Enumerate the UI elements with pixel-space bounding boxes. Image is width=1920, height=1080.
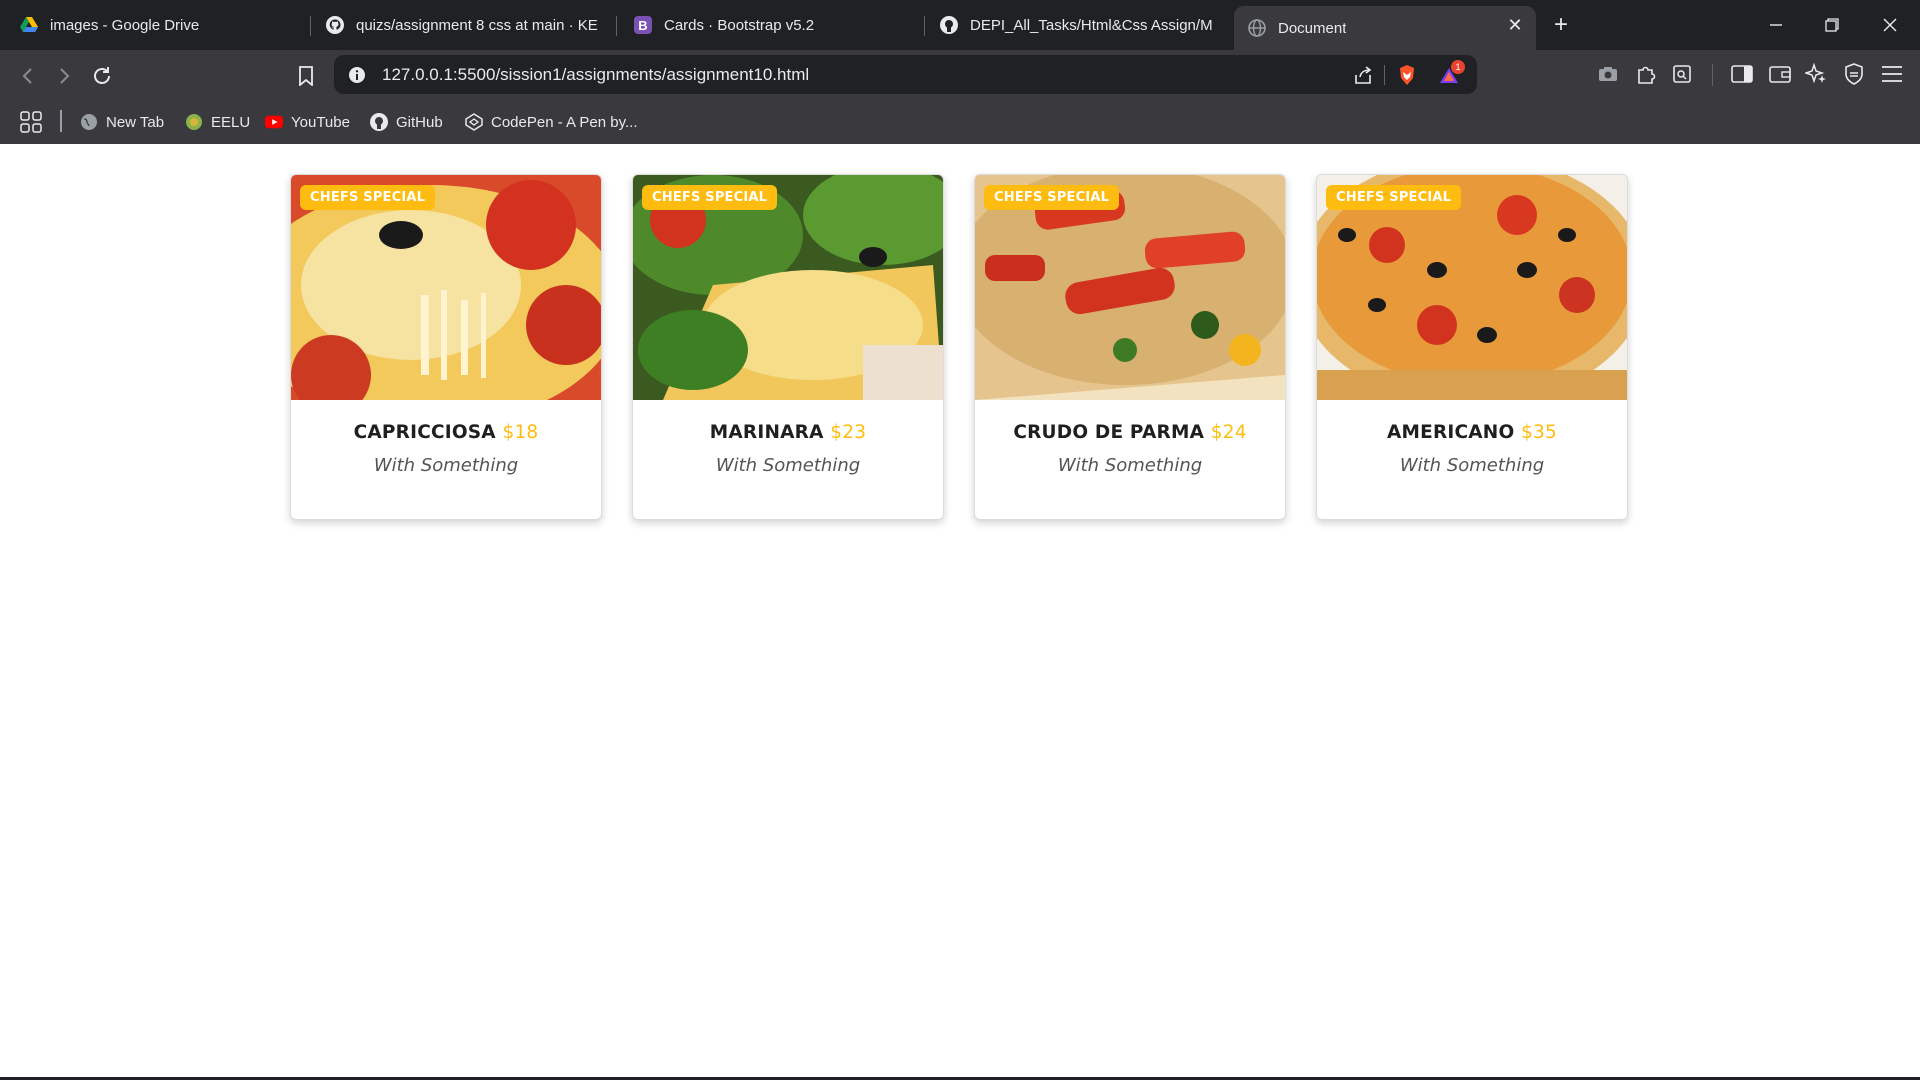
notification-count: 1 <box>1451 60 1465 74</box>
restore-window-icon[interactable] <box>1818 12 1846 38</box>
pizza-name: AMERICANO <box>1387 422 1515 443</box>
tab-title: images - Google Drive <box>50 16 200 34</box>
google-drive-icon <box>20 16 38 34</box>
chefs-special-badge: CHEFS SPECIAL <box>642 185 778 210</box>
card-subtitle: With Something <box>1057 455 1203 476</box>
address-url[interactable]: 127.0.0.1:5500/sission1/assignments/assi… <box>382 65 809 85</box>
svg-text:B: B <box>638 18 647 33</box>
codepen-icon <box>465 113 483 131</box>
minimize-window-icon[interactable] <box>1762 12 1790 38</box>
product-card-americano[interactable]: CHEFS SPECIAL AMERICANO $35 With Somethi… <box>1316 174 1628 520</box>
address-bar[interactable]: 127.0.0.1:5500/sission1/assignments/assi… <box>334 55 1477 94</box>
cards-row: CHEFS SPECIAL CAPRICCIOSA $18 With Somet… <box>290 174 1630 520</box>
product-card-crudo-de-parma[interactable]: CHEFS SPECIAL CRUDO DE PARMA $24 With So… <box>974 174 1286 520</box>
github-icon <box>370 113 388 131</box>
tab-separator <box>616 16 617 36</box>
youtube-icon <box>265 113 283 131</box>
forward-button[interactable] <box>50 62 78 90</box>
product-card-marinara[interactable]: CHEFS SPECIAL MARINARA $23 With Somethin… <box>632 174 944 520</box>
bootstrap-icon: B <box>634 16 652 34</box>
close-window-icon[interactable] <box>1876 12 1904 38</box>
screenshot-camera-icon[interactable] <box>1596 62 1620 86</box>
card-title: CRUDO DE PARMA $24 <box>975 422 1285 443</box>
pizza-name: CAPRICCIOSA <box>353 422 496 443</box>
tab-google-drive[interactable]: images - Google Drive <box>6 6 306 44</box>
product-card-capricciosa[interactable]: CHEFS SPECIAL CAPRICCIOSA $18 With Somet… <box>290 174 602 520</box>
bookmark-github[interactable]: GitHub <box>370 108 443 136</box>
page-viewport: CHEFS SPECIAL CAPRICCIOSA $18 With Somet… <box>0 144 1920 1078</box>
omnibox-divider <box>1384 65 1385 85</box>
bookmark-label: New Tab <box>106 113 165 131</box>
bookmarks-divider <box>60 110 62 132</box>
vpn-shield-icon[interactable] <box>1842 62 1866 86</box>
new-tab-button[interactable]: + <box>1548 13 1574 39</box>
tab-github-quizs[interactable]: quizs/assignment 8 css at main · KER <box>312 6 612 44</box>
bookmark-youtube[interactable]: YouTube <box>265 108 350 136</box>
brave-shields-icon[interactable] <box>1396 64 1418 86</box>
chefs-special-badge: CHEFS SPECIAL <box>984 185 1120 210</box>
chefs-special-badge: CHEFS SPECIAL <box>1326 185 1462 210</box>
bookmarks-bar: New Tab EELU YouTube GitHub CodePen - A … <box>0 100 1920 144</box>
reload-button[interactable] <box>88 62 116 90</box>
brave-rewards-icon[interactable]: 1 <box>1438 60 1465 86</box>
pizza-price: $23 <box>830 422 867 443</box>
apps-grid-icon[interactable] <box>20 108 42 136</box>
bookmark-label: YouTube <box>291 113 350 131</box>
bookmark-label: GitHub <box>396 113 443 131</box>
tab-separator <box>924 16 925 36</box>
pizza-name: MARINARA <box>709 422 824 443</box>
tab-title: Cards · Bootstrap v5.2 <box>664 16 815 34</box>
pizza-price: $24 <box>1210 422 1247 443</box>
globe-icon <box>80 113 98 131</box>
share-icon[interactable] <box>1352 64 1374 86</box>
toolbar-divider <box>1712 64 1713 86</box>
github-icon <box>326 16 344 34</box>
eelu-icon <box>185 113 203 131</box>
card-title: CAPRICCIOSA $18 <box>291 422 601 443</box>
site-info-icon[interactable] <box>346 64 368 86</box>
pizza-price: $18 <box>502 422 539 443</box>
globe-icon <box>1248 19 1266 37</box>
bookmark-page-icon[interactable] <box>292 62 320 90</box>
leo-ai-sparkle-icon[interactable] <box>1804 62 1828 86</box>
card-title: AMERICANO $35 <box>1317 422 1627 443</box>
card-subtitle: With Something <box>1399 455 1545 476</box>
tab-bootstrap-cards[interactable]: B Cards · Bootstrap v5.2 <box>620 6 920 44</box>
tab-strip: images - Google Drive quizs/assignment 8… <box>0 0 1920 50</box>
tab-separator <box>310 16 311 36</box>
reader-mode-icon[interactable] <box>1670 62 1694 86</box>
card-title: MARINARA $23 <box>633 422 943 443</box>
tab-document-active[interactable]: Document ✕ <box>1234 6 1536 50</box>
tab-title: Document <box>1278 19 1347 37</box>
bookmark-new-tab[interactable]: New Tab <box>80 108 164 136</box>
tab-title: DEPI_All_Tasks/Html&Css Assign/Mia <box>970 16 1212 34</box>
card-subtitle: With Something <box>715 455 861 476</box>
pizza-price: $35 <box>1521 422 1557 443</box>
tab-title: quizs/assignment 8 css at main · KER <box>356 16 598 34</box>
bookmark-label: CodePen - A Pen by... <box>491 113 638 131</box>
menu-hamburger-icon[interactable] <box>1880 62 1904 86</box>
wallet-icon[interactable] <box>1768 62 1792 86</box>
chefs-special-badge: CHEFS SPECIAL <box>300 185 436 210</box>
github-icon <box>940 16 958 34</box>
bookmark-codepen[interactable]: CodePen - A Pen by... <box>465 108 637 136</box>
bookmark-eelu[interactable]: EELU <box>185 108 250 136</box>
pizza-name: CRUDO DE PARMA <box>1013 422 1205 443</box>
bookmark-label: EELU <box>211 113 251 131</box>
sidebar-toggle-icon[interactable] <box>1730 62 1754 86</box>
browser-chrome: images - Google Drive quizs/assignment 8… <box>0 0 1920 144</box>
back-button[interactable] <box>14 62 42 90</box>
close-tab-icon[interactable]: ✕ <box>1506 16 1524 34</box>
extensions-puzzle-icon[interactable] <box>1634 62 1658 86</box>
card-subtitle: With Something <box>373 455 519 476</box>
tab-github-depi[interactable]: DEPI_All_Tasks/Html&Css Assign/Mia <box>926 6 1226 44</box>
